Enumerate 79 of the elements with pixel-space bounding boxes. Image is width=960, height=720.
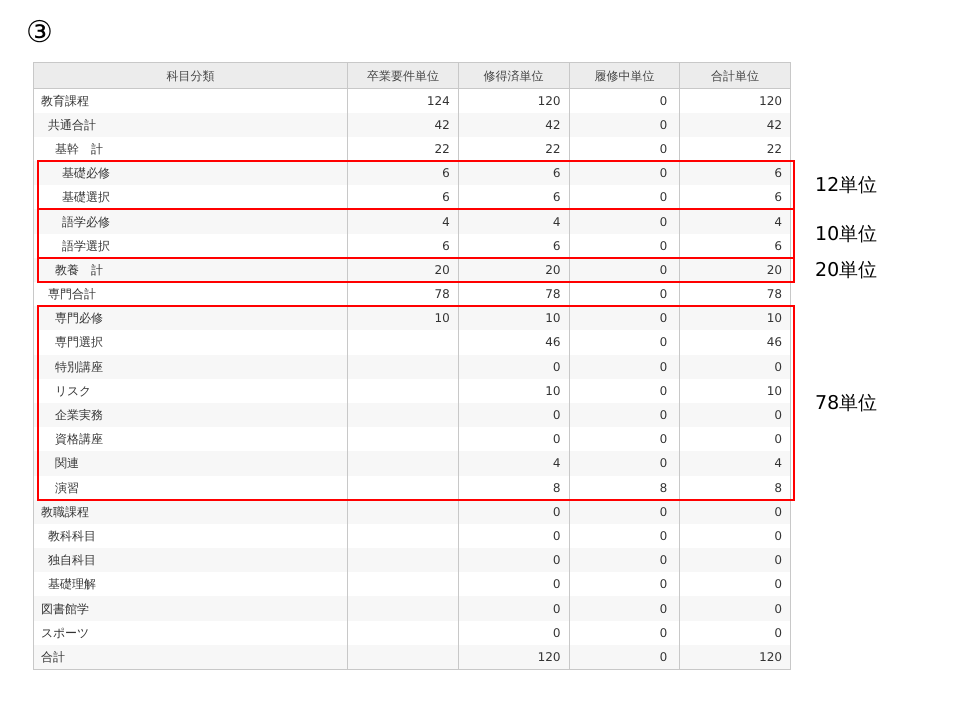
column-header: 履修中単位 xyxy=(569,62,680,88)
table-cell: 120 xyxy=(680,644,790,669)
table-cell: 4 xyxy=(680,209,790,234)
table-cell: 0 xyxy=(458,548,569,572)
table-cell: 6 xyxy=(348,185,458,210)
category-cell: 独自科目 xyxy=(34,548,348,572)
table-cell: 6 xyxy=(680,161,790,186)
table-cell: 8 xyxy=(680,476,790,500)
slide-number: ③ xyxy=(25,14,54,52)
category-cell: 基礎必修 xyxy=(34,161,348,186)
table-cell: 0 xyxy=(458,402,569,428)
table-cell: 10 xyxy=(348,306,458,330)
category-cell: 特別講座 xyxy=(34,354,348,379)
category-cell: 専門必修 xyxy=(34,306,348,330)
callout-label: 12単位 xyxy=(815,173,878,198)
table-cell: 10 xyxy=(458,306,569,330)
table-cell: 0 xyxy=(569,209,680,234)
callout-label: 78単位 xyxy=(815,390,878,416)
table-cell: 0 xyxy=(680,596,790,621)
table-cell: 120 xyxy=(458,644,569,669)
column-header: 合計単位 xyxy=(680,62,790,88)
category-cell: 図書館学 xyxy=(34,596,348,621)
callout-label: 10単位 xyxy=(815,221,878,246)
table-cell: 8 xyxy=(458,476,569,500)
table-cell: 6 xyxy=(458,161,569,186)
table-cell: 0 xyxy=(458,596,569,621)
column-header: 卒業要件単位 xyxy=(348,62,458,88)
table-cell: 42 xyxy=(348,112,458,137)
table-cell: 0 xyxy=(680,500,790,524)
table-cell: 42 xyxy=(680,112,790,137)
table-cell: 22 xyxy=(458,136,569,162)
table-cell: 78 xyxy=(348,282,458,306)
table-cell: 4 xyxy=(458,209,569,234)
table-cell: 4 xyxy=(680,451,790,476)
table-cell: 0 xyxy=(569,112,680,137)
table-cell: 6 xyxy=(680,185,790,210)
table-cell: 0 xyxy=(680,354,790,379)
table-cell: 0 xyxy=(569,451,680,476)
table-cell: 6 xyxy=(348,234,458,258)
category-cell: 関連 xyxy=(34,451,348,476)
table-cell: 0 xyxy=(569,354,680,379)
table-cell: 0 xyxy=(569,402,680,428)
column-header: 科目分類 xyxy=(34,62,348,88)
table-cell: 22 xyxy=(680,136,790,162)
category-cell: 語学必修 xyxy=(34,209,348,234)
table-cell: 42 xyxy=(458,112,569,137)
category-cell: 合計 xyxy=(34,644,348,669)
table-cell: 0 xyxy=(569,500,680,524)
table-cell: 0 xyxy=(569,185,680,210)
table-cell: 0 xyxy=(569,161,680,186)
table-cell: 0 xyxy=(569,306,680,330)
table-cell: 0 xyxy=(458,500,569,524)
table-cell: 0 xyxy=(569,136,680,162)
table-cell: 4 xyxy=(458,451,569,476)
table-cell: 0 xyxy=(569,234,680,258)
table-cell: 78 xyxy=(458,282,569,306)
table-cell: 8 xyxy=(569,476,680,500)
table-cell: 0 xyxy=(569,596,680,621)
table-cell: 0 xyxy=(458,354,569,379)
table-cell: 0 xyxy=(569,282,680,306)
category-cell: 専門合計 xyxy=(34,282,348,306)
table-cell: 78 xyxy=(680,282,790,306)
table-cell: 10 xyxy=(680,306,790,330)
table-cell: 6 xyxy=(458,234,569,258)
table-cell: 4 xyxy=(348,209,458,234)
callout-label: 20単位 xyxy=(815,258,878,283)
category-cell: 企業実務 xyxy=(34,402,348,428)
column-header: 修得済単位 xyxy=(458,62,569,88)
category-cell: 共通合計 xyxy=(34,112,348,137)
table-cell: 0 xyxy=(569,548,680,572)
table-cell: 0 xyxy=(680,402,790,428)
category-cell: 基幹 計 xyxy=(34,136,348,162)
table-cell: 6 xyxy=(348,161,458,186)
table-cell: 6 xyxy=(458,185,569,210)
table-cell: 22 xyxy=(348,136,458,162)
table-cell: 0 xyxy=(569,644,680,669)
table-cell: 0 xyxy=(680,548,790,572)
category-cell: 教職課程 xyxy=(34,500,348,524)
table-cell: 6 xyxy=(680,234,790,258)
